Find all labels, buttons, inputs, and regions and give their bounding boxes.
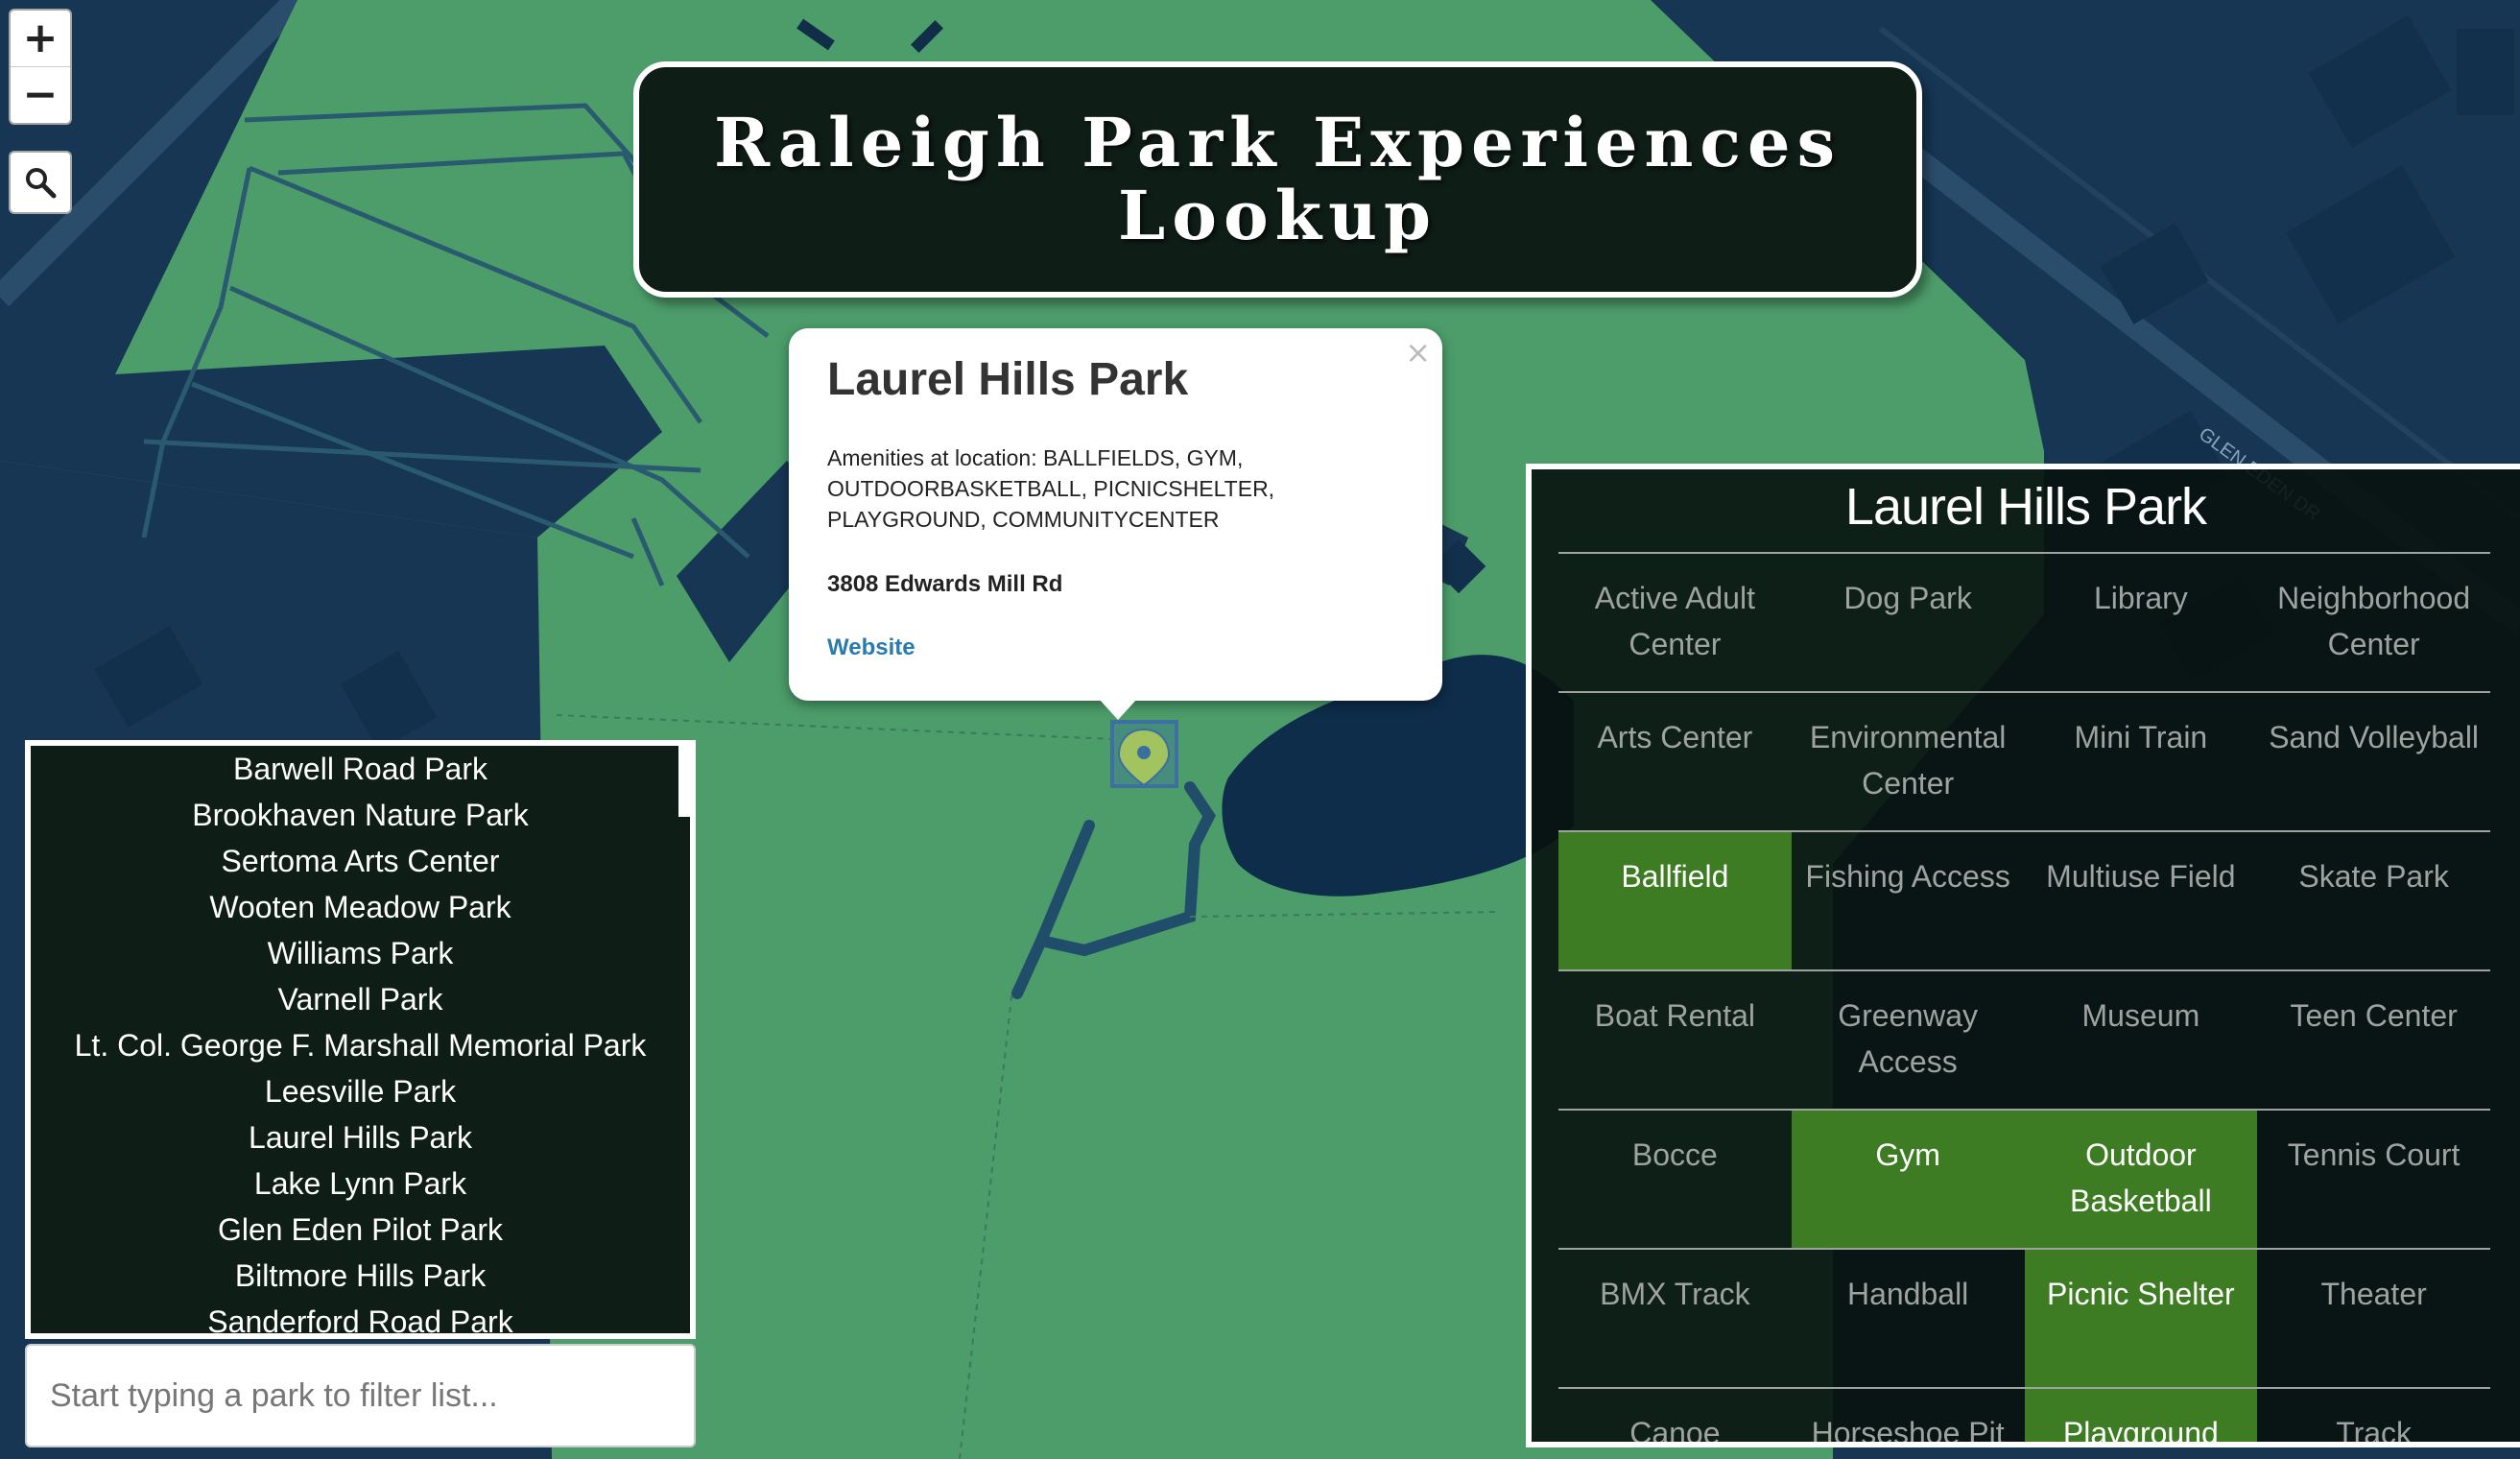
amenity-cell: Bocce [1558,1109,1792,1249]
park-list-item[interactable]: Lt. Col. George F. Marshall Memorial Par… [31,1022,690,1068]
amenity-cell: Playground [2024,1387,2258,1442]
park-list-item[interactable]: Leesville Park [31,1068,690,1114]
park-list: Barwell Road Park Brookhaven Nature Park S… [31,746,690,1333]
amenity-cell: Neighborhood Center [2257,552,2490,692]
park-list-item[interactable]: Laurel Hills Park [31,1114,690,1160]
park-list-item[interactable]: Brookhaven Nature Park [31,792,690,838]
amenity-cell: Environmental Center [1791,691,2025,831]
amenity-cell: Theater [2257,1248,2490,1388]
popup-address: 3808 Edwards Mill Rd [827,571,1063,597]
amenity-cell: Multiuse Field [2024,830,2258,970]
popup-tip [1099,699,1137,720]
amenity-cell: Skate Park [2257,830,2490,970]
amenity-cell: Dog Park [1791,552,2025,692]
popup-amenities: Amenities at location: BALLFIELDS, GYM, … [827,445,1275,532]
amenity-cell: Sand Volleyball [2257,691,2490,831]
popup-close-button[interactable]: × [1405,334,1431,371]
amenity-cell: Active Adult Center [1558,552,1792,692]
park-filter-input[interactable] [25,1344,696,1447]
amenity-cell: Arts Center [1558,691,1792,831]
selected-marker-highlight[interactable] [1110,720,1178,788]
amenity-cell: Picnic Shelter [2024,1248,2258,1388]
park-list-item[interactable]: Sanderford Road Park [31,1299,690,1333]
amenity-cell: Tennis Court [2257,1109,2490,1249]
amenity-cell: Ballfield [1558,830,1792,970]
amenity-cell: Canoe [1558,1387,1792,1442]
amenity-row: Canoe Horseshoe Pit Playground Track [1558,1387,2490,1442]
amenity-cell: Museum [2024,969,2258,1110]
amenity-cell: Mini Train [2024,691,2258,831]
amenity-cell: Teen Center [2257,969,2490,1110]
amenity-cell: Track [2257,1387,2490,1442]
zoom-control: + − [9,9,72,125]
amenity-row: Ballfield Fishing Access Multiuse Field Ska… [1558,830,2490,970]
page-title: Raleigh Park Experiences Lookup [714,103,1842,255]
amenity-cell: Greenway Access [1791,969,2025,1110]
amenity-row: BMX Track Handball Picnic Shelter Theater [1558,1248,2490,1388]
park-list-item[interactable]: Varnell Park [31,976,690,1022]
title-banner: Raleigh Park Experiences Lookup [633,61,1922,298]
park-list-item[interactable]: Sertoma Arts Center [31,838,690,884]
amenity-row: Boat Rental Greenway Access Museum Teen Cen… [1558,969,2490,1110]
amenity-grid: Active Adult Center Dog Park Library Neighb… [1558,552,2490,1442]
amenity-panel: Laurel Hills Park Active Adult Center Dog… [1526,464,2520,1447]
amenity-panel-title: Laurel Hills Park [1844,478,2207,536]
amenity-row: Arts Center Environmental Center Mini Trai… [1558,691,2490,831]
park-list-item[interactable]: Biltmore Hills Park [31,1253,690,1299]
amenity-cell: Fishing Access [1791,830,2025,970]
amenity-cell: Library [2024,552,2258,692]
amenity-cell: Handball [1791,1248,2025,1388]
park-list-item[interactable]: Williams Park [31,930,690,976]
amenity-cell: Boat Rental [1558,969,1792,1110]
popup-title: Laurel Hills Park [827,354,1189,405]
amenity-cell: Outdoor Basketball [2024,1109,2258,1249]
amenity-row: Bocce Gym Outdoor Basketball Tennis Court [1558,1109,2490,1249]
zoom-out-button[interactable]: − [11,67,70,123]
popup-website-link[interactable]: Website [827,634,1404,661]
amenity-cell: BMX Track [1558,1248,1792,1388]
park-list-scrollbar[interactable] [678,746,690,817]
park-list-item[interactable]: Glen Eden Pilot Park [31,1207,690,1253]
park-list-item[interactable]: Lake Lynn Park [31,1160,690,1207]
park-list-panel[interactable]: Barwell Road Park Brookhaven Nature Park S… [25,740,696,1339]
amenity-cell: Gym [1791,1109,2025,1249]
park-list-item[interactable]: Wooten Meadow Park [31,884,690,930]
search-icon [26,168,57,199]
amenity-row: Active Adult Center Dog Park Library Neighb… [1558,552,2490,692]
zoom-in-button[interactable]: + [11,11,70,67]
park-list-item[interactable]: Barwell Road Park [31,746,690,792]
amenity-cell: Horseshoe Pit [1791,1387,2025,1442]
park-popup: × Laurel Hills Park Amenities at locatio… [789,328,1442,701]
map-search-button[interactable] [9,151,72,214]
